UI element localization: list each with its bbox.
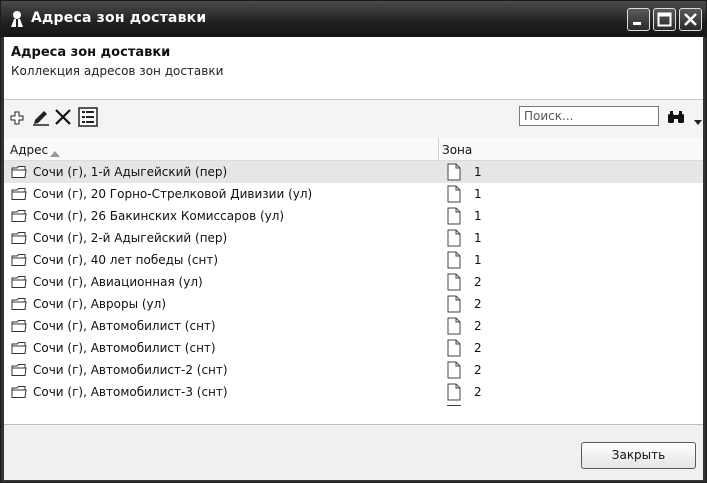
zone-cell: 1 — [474, 165, 482, 179]
add-icon[interactable] — [10, 111, 24, 128]
zone-cell: 2 — [474, 341, 482, 355]
folder-icon — [11, 385, 27, 402]
folder-icon — [11, 187, 27, 204]
folder-icon — [11, 363, 27, 380]
details-icon[interactable] — [78, 107, 98, 130]
folder-icon — [11, 209, 27, 226]
table-row[interactable]: Сочи (г), Автомобилист (снт) 2 — [4, 337, 703, 359]
folder-icon — [11, 297, 27, 314]
header-subtitle: Коллекция адресов зон доставки — [11, 64, 224, 78]
document-icon — [447, 229, 461, 250]
table-row[interactable]: Сочи (г), 40 лет победы (снт) 1 — [4, 249, 703, 271]
table-row[interactable]: Сочи (г), 20 Горно-Стрелковой Дивизии (у… — [4, 183, 703, 205]
address-cell: Сочи (г), Автомобилист (снт) — [33, 319, 216, 333]
column-separator[interactable] — [438, 138, 439, 160]
address-cell: Сочи (г), 2-й Адыгейский (пер) — [33, 231, 228, 245]
address-grid: Адрес Зона Сочи (г), 1-й Адыгейский (пер… — [4, 138, 703, 424]
delete-icon[interactable] — [54, 108, 72, 129]
zone-cell: 2 — [474, 297, 482, 311]
document-icon — [447, 295, 461, 316]
folder-icon — [11, 231, 27, 248]
zone-cell: 2 — [474, 385, 482, 399]
table-row[interactable]: Сочи (г), 2-й Адыгейский (пер) 1 — [4, 227, 703, 249]
address-cell: Сочи (г), Автомобилист-2 (снт) — [33, 363, 228, 377]
address-cell: Сочи (г), 20 Горно-Стрелковой Дивизии (у… — [33, 187, 313, 201]
user-icon — [9, 10, 25, 28]
window-title: Адреса зон доставки — [31, 10, 207, 26]
table-row[interactable]: Сочи (г), Автомобилист-2 (снт) 2 — [4, 359, 703, 381]
close-window-button[interactable] — [679, 8, 702, 31]
title-bar[interactable]: Адреса зон доставки — [1, 1, 706, 37]
folder-icon — [11, 253, 27, 270]
zone-cell: 1 — [474, 231, 482, 245]
document-icon — [447, 383, 461, 404]
address-cell: Сочи (г), 26 Бакинских Комиссаров (ул) — [33, 209, 285, 223]
search-input[interactable] — [519, 106, 659, 126]
document-icon — [447, 361, 461, 382]
table-row[interactable]: Сочи (г), 1-й Адыгейский (пер) 1 — [4, 161, 703, 183]
edit-icon[interactable] — [31, 108, 51, 129]
folder-icon — [11, 165, 27, 182]
folder-icon — [11, 319, 27, 336]
document-icon — [447, 251, 461, 272]
folder-icon — [11, 341, 27, 358]
maximize-button[interactable] — [653, 8, 676, 31]
zone-cell: 1 — [474, 209, 482, 223]
document-icon — [447, 339, 461, 360]
column-header-address[interactable]: Адрес — [10, 143, 48, 157]
zone-cell: 2 — [474, 319, 482, 333]
column-header-zone[interactable]: Зона — [442, 143, 472, 157]
table-row[interactable]: Сочи (г), Автомобилист-3 (снт) 2 — [4, 381, 703, 403]
table-row[interactable]: Сочи (г), 26 Бакинских Комиссаров (ул) 1 — [4, 205, 703, 227]
address-cell: Сочи (г), Автомобилист-3 (снт) — [33, 385, 228, 399]
header-panel: Адреса зон доставки Коллекция адресов зо… — [4, 37, 703, 100]
grid-header: Адрес Зона — [4, 138, 703, 161]
address-cell: Сочи (г), Автомобилист (снт) — [33, 341, 216, 355]
document-icon — [447, 273, 461, 294]
zone-cell: 2 — [474, 363, 482, 377]
dialog-window: Адреса зон доставки Адреса зон доставки … — [0, 0, 707, 483]
document-icon — [447, 185, 461, 206]
folder-icon — [11, 275, 27, 292]
zone-cell: 2 — [474, 275, 482, 289]
header-title: Адреса зон доставки — [11, 45, 171, 60]
zone-cell: 1 — [474, 253, 482, 267]
address-cell: Сочи (г), Авиационная (ул) — [33, 275, 203, 289]
address-cell: Сочи (г), 1-й Адыгейский (пер) — [33, 165, 228, 179]
document-icon — [447, 317, 461, 338]
footer-panel: Закрыть — [4, 424, 703, 480]
binoculars-icon[interactable] — [667, 110, 685, 127]
document-icon — [447, 207, 461, 228]
toolbar — [4, 100, 703, 138]
document-icon — [447, 405, 461, 409]
table-row[interactable]: Сочи (г), Автомобилист (снт) 2 — [4, 315, 703, 337]
sort-ascending-icon — [50, 146, 60, 160]
document-icon — [447, 163, 461, 184]
close-button[interactable]: Закрыть — [581, 442, 696, 469]
table-row[interactable]: Сочи (г), Авроры (ул) 2 — [4, 293, 703, 315]
dropdown-arrow-icon[interactable] — [694, 114, 702, 128]
table-row[interactable]: Сочи (г), Авиационная (ул) 2 — [4, 271, 703, 293]
address-cell: Сочи (г), 40 лет победы (снт) — [33, 253, 219, 267]
address-cell: Сочи (г), Авроры (ул) — [33, 297, 167, 311]
zone-cell: 1 — [474, 187, 482, 201]
minimize-button[interactable] — [627, 8, 650, 31]
